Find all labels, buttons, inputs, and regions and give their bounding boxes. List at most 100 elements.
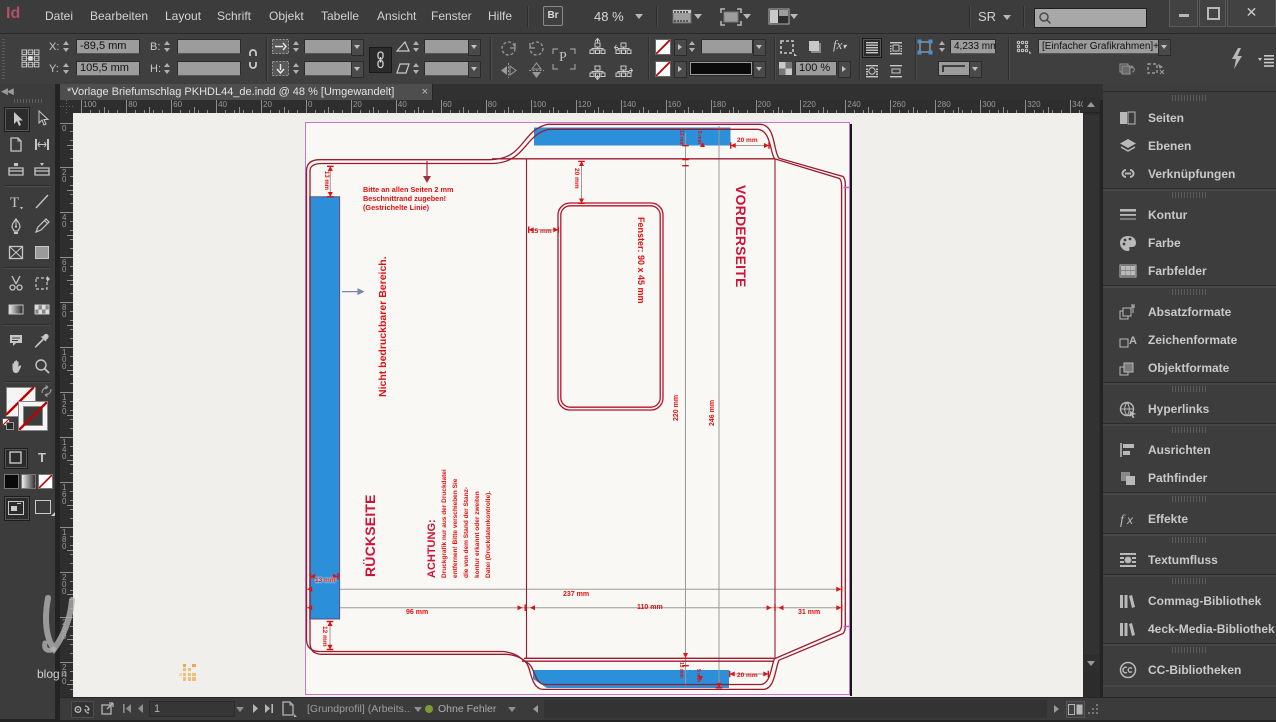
dock-group-grip-icon[interactable] [1172, 537, 1208, 543]
dock-item-textumfluss[interactable]: Textumfluss [1103, 546, 1276, 574]
b-spinner[interactable] [163, 39, 172, 54]
rotation-dropdown[interactable] [468, 39, 481, 56]
preflight-profile[interactable]: [Grundprofil] (Arbeits... [307, 698, 411, 720]
view-options-dropdown-icon[interactable] [694, 14, 702, 19]
object-style-dropdown[interactable] [1158, 39, 1171, 56]
menu-datei[interactable]: Datei [45, 0, 73, 33]
dock-group-grip-icon[interactable] [1172, 496, 1208, 502]
tool-frame[interactable] [4, 241, 28, 264]
collapse-panel-icon[interactable]: ◀◀ [1, 86, 13, 97]
normal-view-button[interactable] [4, 496, 30, 521]
y-field[interactable]: 105,5 mm [76, 61, 140, 76]
preflight-status-text[interactable]: Ohne Fehler [438, 698, 496, 720]
tools-grip-icon[interactable] [14, 99, 44, 103]
page-dropdown-icon[interactable] [236, 707, 244, 712]
page-layout-icon[interactable] [280, 701, 298, 717]
dock-item-pathfinder[interactable]: Pathfinder [1103, 464, 1276, 492]
close-button[interactable]: ✕ [1227, 0, 1276, 27]
tool-type[interactable]: T [4, 190, 28, 213]
dock-item-commag-bibliothek[interactable]: Commag-Bibliothek [1103, 587, 1276, 615]
tool-content-placer[interactable] [30, 159, 54, 182]
corner-radius-spinner[interactable] [938, 39, 947, 54]
y-spinner[interactable] [62, 61, 71, 76]
h-field[interactable] [177, 61, 241, 76]
apply-none-button[interactable] [38, 474, 53, 489]
tool-zoom[interactable] [30, 355, 54, 378]
tool-gradient[interactable] [4, 298, 28, 321]
tool-gap[interactable] [30, 133, 54, 156]
minimize-button[interactable] [1169, 0, 1198, 27]
vertical-scrollbar-down[interactable] [1083, 656, 1100, 671]
tool-selection[interactable] [4, 107, 30, 132]
menu-schrift[interactable]: Schrift [217, 0, 251, 33]
scale-y-spinner[interactable] [292, 61, 301, 76]
tool-gradient-feather[interactable] [30, 298, 54, 321]
dock-group-grip-icon[interactable] [1172, 95, 1208, 101]
default-fill-stroke-icon[interactable] [2, 418, 14, 430]
stroke-color-swatch[interactable] [18, 401, 48, 431]
dock-item-farbe[interactable]: Farbe [1103, 229, 1276, 257]
dock-group-grip-icon[interactable] [1172, 289, 1208, 295]
scale-x-field[interactable] [304, 39, 353, 54]
tool-eyedropper[interactable] [30, 329, 54, 352]
fill-apply-button[interactable] [674, 39, 687, 56]
dock-group-grip-icon[interactable] [1172, 647, 1208, 653]
scale-x-spinner[interactable] [292, 39, 301, 54]
vertical-scrollbar-up[interactable] [1083, 97, 1100, 112]
page-number-field[interactable]: 1 [149, 701, 235, 717]
tool-content-collector[interactable] [4, 159, 28, 182]
rotation-spinner[interactable] [412, 39, 421, 54]
corner-shape-preview[interactable] [938, 61, 970, 76]
ruler-corner[interactable] [60, 100, 74, 114]
tool-pen[interactable] [4, 215, 28, 238]
dock-item-absatzformate[interactable]: Absatzformate [1103, 298, 1276, 326]
break-link-style-icon[interactable] [1118, 62, 1136, 76]
menu-hilfe[interactable]: Hilfe [488, 0, 512, 33]
select-prev-object-icon[interactable] [614, 38, 633, 57]
tool-note[interactable] [4, 329, 28, 352]
opacity-field[interactable]: 100 % [795, 61, 837, 76]
stroke-swatch[interactable] [655, 61, 671, 77]
dock-item-seiten[interactable]: Seiten [1103, 104, 1276, 132]
vertical-scrollbar[interactable] [1083, 113, 1100, 697]
dock-group-grip-icon[interactable] [1172, 578, 1208, 584]
corner-radius-field[interactable]: 4,233 mm [950, 39, 996, 54]
document-tab[interactable]: *Vorlage Briefumschlag PKHDL44_de.indd @… [60, 84, 433, 100]
menu-objekt[interactable]: Objekt [269, 0, 304, 33]
dock-item-cc-bibliotheken[interactable]: CC-Bibliotheken [1103, 656, 1276, 684]
previous-page-icon[interactable] [137, 704, 144, 713]
shear-field[interactable] [424, 61, 470, 76]
opacity-apply-button[interactable] [838, 61, 851, 78]
dock-item-objektformate[interactable]: Objektformate [1103, 354, 1276, 382]
wrap-object-shape-button[interactable] [862, 61, 882, 81]
dock-item-ebenen[interactable]: Ebenen [1103, 132, 1276, 160]
dock-group-grip-icon[interactable] [1172, 386, 1208, 392]
tool-free-transform[interactable] [30, 272, 54, 295]
select-next-object-icon[interactable] [614, 61, 633, 80]
last-page-icon[interactable] [264, 704, 274, 713]
drop-shadow-icon[interactable] [806, 39, 824, 55]
flip-horizontal-icon[interactable] [499, 61, 518, 80]
hscroll-right-icon[interactable] [1054, 705, 1059, 713]
document-canvas[interactable]: Bitte an allen Seiten 2 mm Beschnittrand… [73, 113, 1083, 697]
dock-item-hyperlinks[interactable]: Hyperlinks [1103, 395, 1276, 423]
tint-dropdown[interactable] [753, 39, 766, 56]
flip-vertical-icon[interactable] [527, 61, 546, 80]
tint-field[interactable] [701, 39, 753, 54]
clear-overrides-icon[interactable] [1146, 62, 1166, 76]
lightning-bolt-icon[interactable] [1230, 47, 1244, 70]
dock-item-kontur[interactable]: Kontur [1103, 201, 1276, 229]
preflight-menu-button[interactable] [71, 701, 94, 718]
tool-scissors[interactable] [4, 272, 28, 295]
scale-y-field[interactable] [304, 61, 353, 76]
rotate-ccw-icon[interactable] [499, 39, 518, 58]
hscroll-left-icon[interactable] [533, 705, 538, 713]
wrap-jump-object-button[interactable] [886, 61, 906, 81]
apply-color-button[interactable] [4, 474, 19, 489]
arrange-documents-dropdown-icon[interactable] [790, 14, 798, 19]
apply-gradient-button[interactable] [21, 474, 36, 489]
tab-close-icon[interactable]: × [422, 85, 428, 99]
menu-ansicht[interactable]: Ansicht [377, 0, 416, 33]
rotation-field[interactable] [424, 39, 470, 54]
shear-dropdown[interactable] [468, 61, 481, 78]
